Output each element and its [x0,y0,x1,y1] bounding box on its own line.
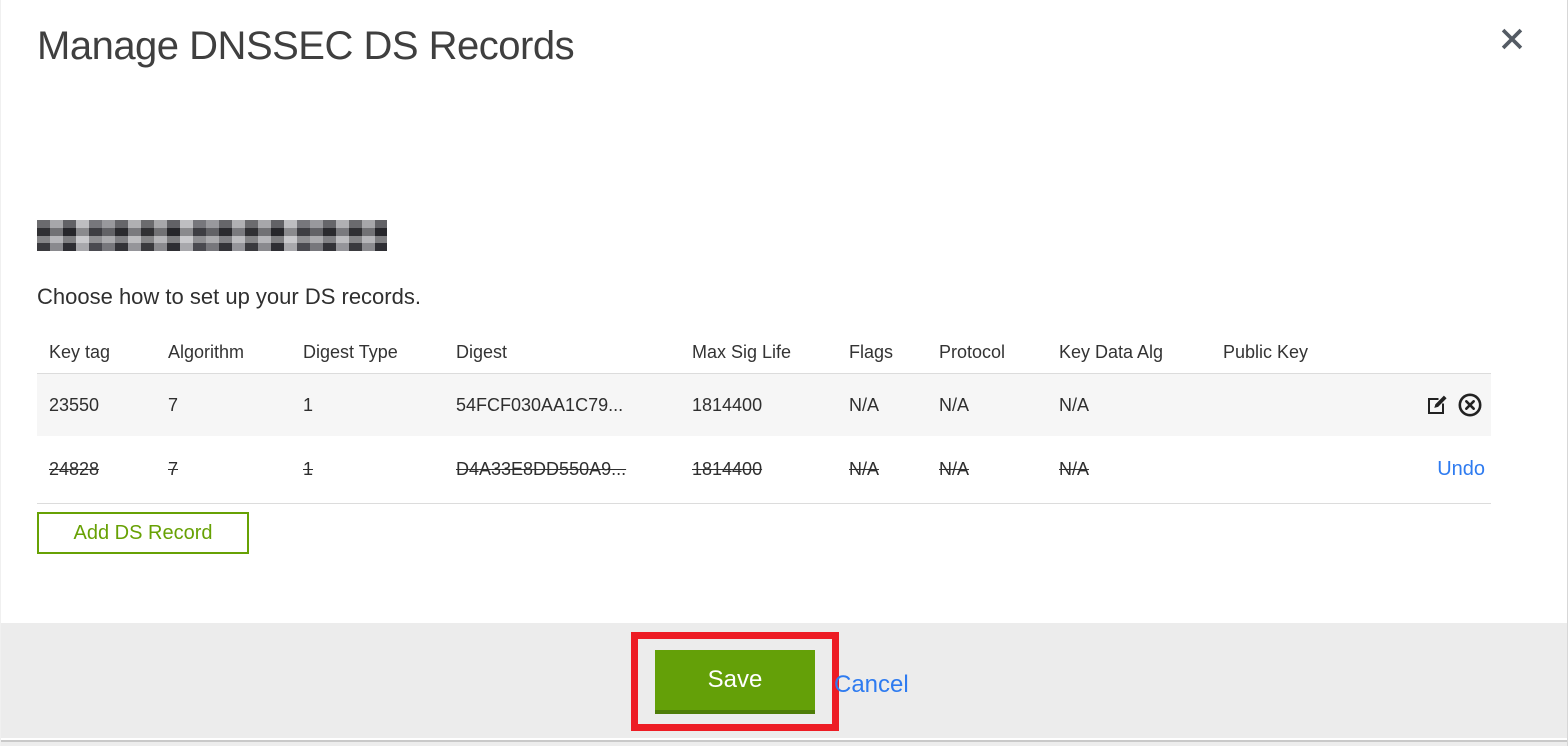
cell-digest-type: 1 [303,394,314,415]
cell-flags: N/A [849,459,880,479]
cell-algorithm: 7 [168,459,179,479]
column-header-key-tag: Key tag [49,342,111,362]
close-icon [1499,26,1525,52]
circle-x-icon [1457,392,1483,418]
column-header-public-key: Public Key [1223,342,1309,362]
save-button[interactable]: Save [655,649,815,714]
column-header-digest-type: Digest Type [303,342,398,362]
red-highlight-annotation: Save [631,632,839,731]
dialog-footer: Save Cancel [1,623,1567,738]
table-row: 23550 7 1 54FCF030AA1C79... 1814400 N/A … [37,374,1491,436]
column-header-max-sig-life: Max Sig Life [692,342,792,362]
column-header-key-data-alg: Key Data Alg [1059,342,1164,362]
cell-digest: 54FCF030AA1C79... [456,394,624,415]
cell-key-data-alg: N/A [1059,459,1090,479]
cell-key-tag: 24828 [49,459,100,479]
manage-dnssec-ds-records-dialog: Manage DNSSEC DS Records Choose how to s… [0,0,1568,746]
edit-record-button[interactable] [1422,390,1452,420]
cell-max-sig-life: 1814400 [692,459,763,479]
edit-icon [1425,393,1449,417]
delete-record-button[interactable] [1455,390,1485,420]
table-header-row: Key tag Algorithm Digest Type Digest Max… [37,330,1491,374]
cell-protocol: N/A [939,394,970,415]
column-header-algorithm: Algorithm [168,342,245,362]
close-button[interactable] [1495,22,1529,56]
cell-protocol: N/A [939,459,970,479]
undo-link[interactable]: Undo [1437,458,1485,481]
row-actions [1353,390,1491,420]
page-bottom-background [1,742,1567,746]
redacted-domain-name [37,220,387,251]
cell-digest: D4A33E8DD550A9... [456,459,627,479]
page-title: Manage DNSSEC DS Records [37,24,575,68]
cell-key-data-alg: N/A [1059,394,1090,415]
cell-flags: N/A [849,394,880,415]
cell-digest-type: 1 [303,459,314,479]
table-row-marked-for-deletion: 24828 7 1 D4A33E8DD550A9... 1814400 N/A … [37,436,1491,504]
cancel-link[interactable]: Cancel [834,671,909,699]
cell-max-sig-life: 1814400 [692,394,763,415]
column-header-protocol: Protocol [939,342,1006,362]
instruction-text: Choose how to set up your DS records. [37,284,421,309]
column-header-digest: Digest [456,342,508,362]
cell-key-tag: 23550 [49,394,100,415]
add-ds-record-button[interactable]: Add DS Record [37,512,249,554]
row-actions: Undo [1353,458,1491,481]
cell-algorithm: 7 [168,394,179,415]
ds-records-table: Key tag Algorithm Digest Type Digest Max… [37,330,1491,504]
column-header-flags: Flags [849,342,894,362]
